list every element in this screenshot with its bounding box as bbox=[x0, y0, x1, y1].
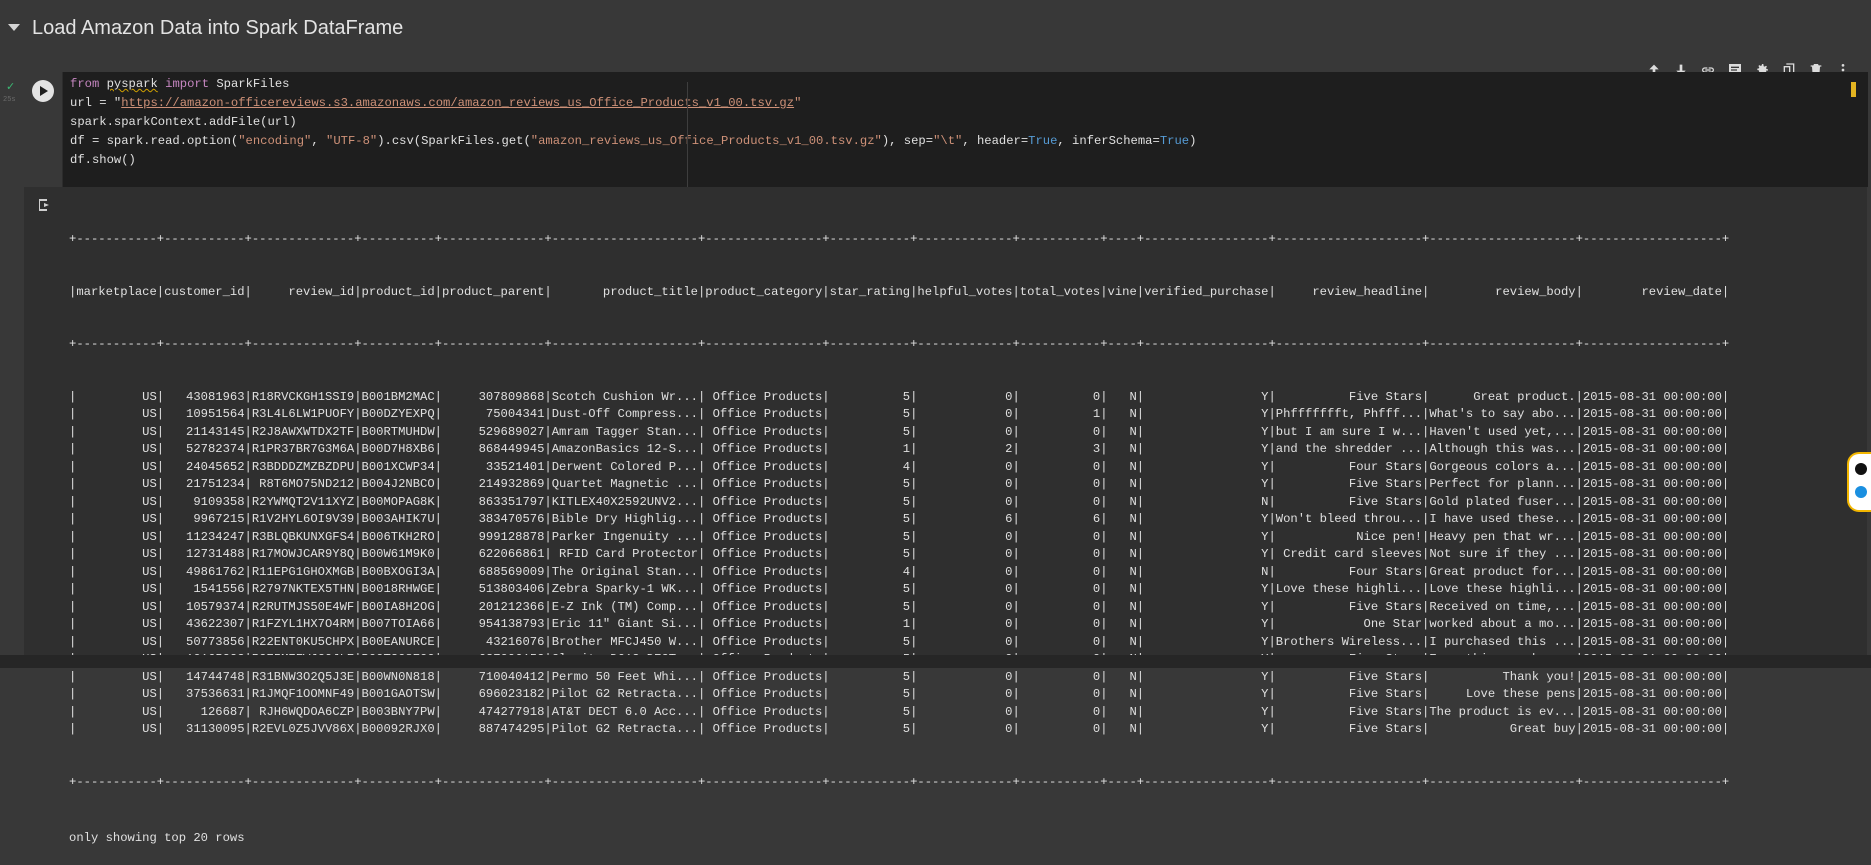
code-editor[interactable]: from pyspark import SparkFiles url = "ht… bbox=[62, 72, 1868, 187]
table-row: | US| 24045652|R3BDDDZMZBZDPU|B001XCWP34… bbox=[69, 459, 1730, 474]
table-border: +-----------+-----------+--------------+… bbox=[69, 337, 1730, 351]
table-row: | US| 9109358|R2YWMQT2V11XYZ|B00MOPAG8K|… bbox=[69, 494, 1730, 509]
output-clear-icon[interactable] bbox=[37, 198, 51, 212]
table-row: | US| 1541556|R2797NKTEX5THN|B0018RHWGE|… bbox=[69, 582, 1730, 596]
run-cell-button[interactable] bbox=[32, 80, 54, 102]
table-border: +-----------+-----------+--------------+… bbox=[69, 774, 1730, 789]
execution-time: 25s bbox=[3, 96, 16, 104]
table-border: +-----------+-----------+--------------+… bbox=[69, 232, 1730, 246]
widget-icon bbox=[1855, 463, 1867, 475]
table-row: | US| 14744748|R31BNW3O2Q5J3E|B00WN0N818… bbox=[69, 669, 1730, 684]
table-row: | US| 50773856|R22ENT0KU5CHPX|B00EANURCE… bbox=[69, 634, 1730, 649]
code-line: from pyspark import SparkFiles bbox=[70, 77, 290, 91]
code-line: url = "https://amazon-officereviews.s3.a… bbox=[70, 96, 802, 110]
table-row: | US| 21751234| R8T6MO75ND212|B004J2NBCO… bbox=[69, 477, 1730, 491]
table-row: | US| 37536631|R1JMQF1OOMNF49|B001GAOTSW… bbox=[69, 687, 1730, 701]
code-line: df.show() bbox=[70, 153, 136, 167]
table-row: | US| 12731488|R17MOWJCAR9Y8Q|B00W61M9K0… bbox=[69, 547, 1730, 561]
column-ruler bbox=[687, 82, 688, 187]
side-widget[interactable] bbox=[1847, 452, 1871, 512]
table-body: | US| 43081963|R18RVCKGH1SSI9|B001BM2MAC… bbox=[69, 389, 1729, 739]
widget-icon bbox=[1855, 486, 1867, 498]
table-row: | US| 43622307|R1FZYL1HX7O4RM|B007TOIA66… bbox=[69, 617, 1730, 631]
table-row: | US| 126687| RJH6WQDOA6CZP|B003BNY7PW| … bbox=[69, 704, 1730, 719]
output-footer: only showing top 20 rows bbox=[69, 831, 245, 845]
check-icon: ✓ bbox=[6, 81, 16, 93]
collapse-caret-icon[interactable] bbox=[8, 24, 20, 31]
section-header: Load Amazon Data into Spark DataFrame bbox=[0, 0, 1871, 60]
bottom-bar bbox=[0, 655, 1871, 668]
table-header: |marketplace|customer_id| review_id|prod… bbox=[69, 284, 1730, 299]
code-line: spark.sparkContext.addFile(url) bbox=[70, 115, 297, 129]
table-row: | US| 9967215|R1V2HYL6OI9V39|B003AHIK7U|… bbox=[69, 512, 1730, 526]
table-row: | US| 52782374|R1PR37BR7G3M6A|B00D7H8XB6… bbox=[69, 442, 1730, 456]
table-row: | US| 43081963|R18RVCKGH1SSI9|B001BM2MAC… bbox=[69, 389, 1730, 404]
table-row: | US| 10951564|R3L4L6LW1PUOFY|B00DZYEXPQ… bbox=[69, 407, 1730, 421]
code-line: df = spark.read.option("encoding", "UTF-… bbox=[70, 134, 1197, 148]
output-text: +-----------+-----------+--------------+… bbox=[69, 196, 1729, 865]
table-row: | US| 49861762|R11EPG1GHOXMGB|B00BXOGI3A… bbox=[69, 564, 1730, 579]
table-row: | US| 31130095|R2EVL0Z5JVV86X|B00092RJX0… bbox=[69, 722, 1730, 736]
url-link[interactable]: https://amazon-officereviews.s3.amazonaw… bbox=[121, 96, 794, 110]
table-row: | US| 21143145|R2J8AWXWTDX2TF|B00RTMUHDW… bbox=[69, 424, 1730, 439]
table-row: | US| 10579374|R2RUTMJS50E4WF|B00IA8H2OG… bbox=[69, 599, 1730, 614]
section-title: Load Amazon Data into Spark DataFrame bbox=[32, 17, 404, 39]
table-row: | US| 11234247|R3BLQBKUNXGFS4|B006TKH2RO… bbox=[69, 529, 1730, 544]
scroll-marker bbox=[1851, 82, 1856, 97]
